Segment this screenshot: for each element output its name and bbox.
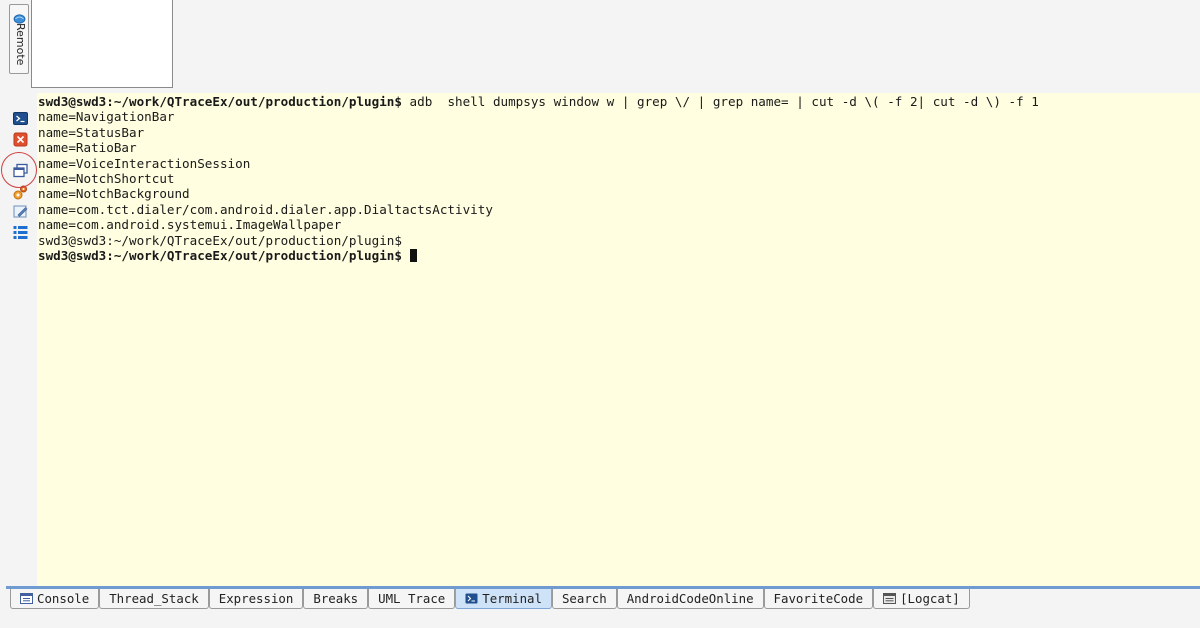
list-icon[interactable] bbox=[12, 224, 29, 241]
tab-label: Thread_Stack bbox=[109, 591, 199, 606]
remote-globe-icon bbox=[13, 9, 26, 24]
tab-label: Console bbox=[37, 591, 90, 606]
tab-label: Breaks bbox=[313, 591, 359, 606]
tab-label: FavoriteCode bbox=[773, 591, 864, 606]
new-window-icon[interactable] bbox=[12, 162, 29, 179]
terminal-line: swd3@swd3:~/work/QTraceEx/out/production… bbox=[38, 248, 1200, 263]
side-toolbar bbox=[8, 108, 34, 248]
terminal-text: swd3@swd3:~/work/QTraceEx/out/production… bbox=[38, 232, 402, 248]
remote-panel bbox=[31, 0, 173, 88]
app-window: Remote swd3@swd3:~/work/QTraceEx/out/pro… bbox=[0, 0, 1200, 628]
tab-label: Expression bbox=[218, 591, 294, 606]
terminal-text: name=StatusBar bbox=[38, 124, 145, 140]
terminal-text: name=VoiceInteractionSession bbox=[38, 155, 251, 171]
terminal-text: name=com.tct.dialer/com.android.dialer.a… bbox=[38, 201, 493, 217]
edit-icon[interactable] bbox=[12, 203, 29, 220]
terminal-text: name=NotchBackground bbox=[38, 186, 190, 202]
terminal-text: name=NotchShortcut bbox=[38, 170, 175, 186]
terminal-text: name=NavigationBar bbox=[38, 109, 175, 125]
tab-logcat[interactable]: [Logcat] bbox=[873, 589, 970, 609]
tab-favoritecode[interactable]: FavoriteCode bbox=[763, 589, 874, 609]
terminal-line: swd3@swd3:~/work/QTraceEx/out/production… bbox=[38, 233, 1200, 248]
terminal-text: name=com.android.systemui.ImageWallpaper bbox=[38, 217, 342, 233]
terminal-cursor bbox=[409, 248, 417, 262]
terminal-line: swd3@swd3:~/work/QTraceEx/out/production… bbox=[38, 94, 1200, 109]
terminal-icon[interactable] bbox=[12, 110, 29, 127]
remote-tab-label: Remote bbox=[14, 23, 27, 66]
tab-console[interactable]: Console bbox=[10, 589, 100, 609]
tab-uml-trace[interactable]: UML Trace bbox=[368, 589, 456, 609]
close-terminal-icon[interactable] bbox=[12, 131, 29, 148]
terminal-line: name=RatioBar bbox=[38, 140, 1200, 155]
terminal-line: name=NavigationBar bbox=[38, 109, 1200, 124]
tab-thread-stack[interactable]: Thread_Stack bbox=[99, 589, 209, 609]
terminal-line: name=NotchShortcut bbox=[38, 171, 1200, 186]
logcat-icon bbox=[883, 593, 897, 604]
tab-terminal[interactable]: Terminal bbox=[455, 589, 552, 609]
tab-androidcodeonline[interactable]: AndroidCodeOnline bbox=[616, 589, 764, 609]
bottom-tab-bar: Console Thread_Stack Expression Breaks UML T… bbox=[10, 589, 970, 610]
terminal-line: name=StatusBar bbox=[38, 125, 1200, 140]
tab-label: [Logcat] bbox=[900, 591, 960, 606]
terminal-prompt: swd3@swd3:~/work/QTraceEx/out/production… bbox=[38, 94, 402, 109]
tab-label: UML Trace bbox=[378, 591, 446, 606]
console-icon bbox=[20, 593, 33, 604]
terminal-icon bbox=[465, 593, 478, 604]
tab-search[interactable]: Search bbox=[551, 589, 617, 609]
terminal-prompt: swd3@swd3:~/work/QTraceEx/out/production… bbox=[38, 247, 402, 263]
terminal-text: adb shell dumpsys window w | grep \/ | g… bbox=[401, 94, 1039, 109]
terminal-text: name=RatioBar bbox=[38, 140, 137, 156]
remote-tab[interactable]: Remote bbox=[9, 4, 29, 74]
tab-label: Terminal bbox=[482, 591, 542, 606]
tab-breaks[interactable]: Breaks bbox=[303, 589, 369, 609]
terminal-output[interactable]: swd3@swd3:~/work/QTraceEx/out/production… bbox=[37, 93, 1200, 586]
tab-expression[interactable]: Expression bbox=[208, 589, 304, 609]
terminal-line: name=com.tct.dialer/com.android.dialer.a… bbox=[38, 202, 1200, 217]
settings-icon[interactable] bbox=[12, 184, 29, 201]
terminal-line: name=VoiceInteractionSession bbox=[38, 156, 1200, 171]
tab-label: AndroidCodeOnline bbox=[626, 591, 754, 606]
terminal-line: name=com.android.systemui.ImageWallpaper bbox=[38, 217, 1200, 232]
terminal-line: name=NotchBackground bbox=[38, 186, 1200, 201]
tab-label: Search bbox=[561, 591, 607, 606]
